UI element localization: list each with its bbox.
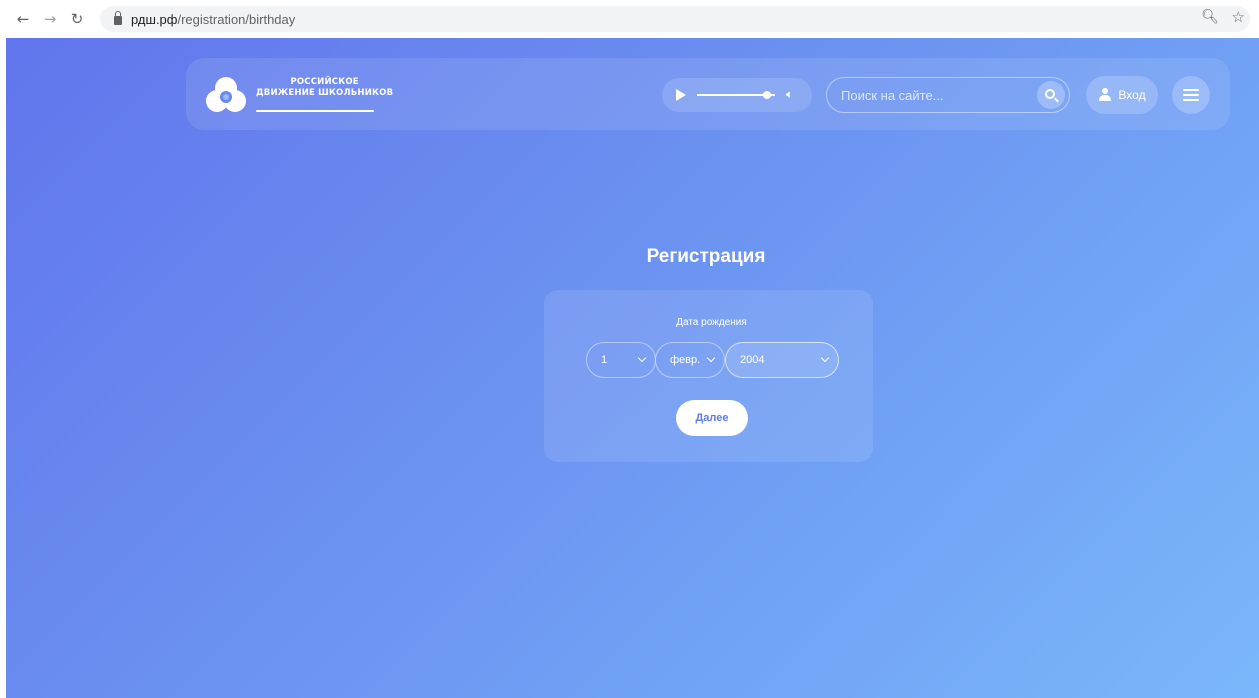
logo-wordmark[interactable]: РОССИЙСКОЕ ДВИЖЕНИЕ ШКОЛЬНИКОВ <box>256 77 393 98</box>
volume-icon[interactable]: 🔈︎ <box>786 87 793 102</box>
day-value: 1 <box>601 354 608 366</box>
play-icon[interactable] <box>676 89 686 101</box>
address-bar[interactable]: рдш.рф/registration/birthday <box>100 6 1250 32</box>
logo-line-2: ДВИЖЕНИЕ ШКОЛЬНИКОВ <box>256 88 394 98</box>
month-value: февр. <box>670 354 701 366</box>
forward-arrow-icon[interactable]: → <box>39 8 61 30</box>
lock-icon <box>114 11 122 25</box>
url-path: /registration/birthday <box>177 11 296 27</box>
login-button[interactable]: Вход <box>1086 76 1158 114</box>
next-button[interactable]: Далее <box>676 400 748 436</box>
audio-progress-handle[interactable] <box>763 91 772 99</box>
audio-player: 🔈︎ <box>662 78 812 112</box>
url-host: рдш.рф <box>131 11 178 27</box>
day-select[interactable]: 1 <box>586 342 656 378</box>
year-value: 2004 <box>740 354 765 366</box>
back-arrow-icon[interactable]: ← <box>12 8 34 30</box>
logo-underline <box>256 110 374 112</box>
page-background: РОССИЙСКОЕ ДВИЖЕНИЕ ШКОЛЬНИКОВ 🔈︎ Вход Р… <box>6 38 1259 698</box>
search-icon <box>1045 89 1055 99</box>
year-select[interactable]: 2004 <box>725 342 839 378</box>
search-button[interactable] <box>1037 81 1065 109</box>
user-icon <box>1098 88 1112 102</box>
birthday-label: Дата рождения <box>676 317 747 328</box>
menu-button[interactable] <box>1172 76 1210 114</box>
chevron-down-icon <box>820 353 830 363</box>
zoom-icon[interactable]: 🔍︎ <box>1201 9 1219 25</box>
logo-icon[interactable] <box>206 76 246 114</box>
site-search <box>826 77 1070 113</box>
logo-line-1: РОССИЙСКОЕ <box>290 77 359 87</box>
month-select[interactable]: февр. <box>655 342 725 378</box>
chevron-down-icon <box>637 353 647 363</box>
chevron-down-icon <box>706 353 716 363</box>
bookmark-star-icon[interactable]: ☆ <box>1232 8 1245 26</box>
page-title: Регистрация <box>646 246 766 267</box>
search-input[interactable] <box>841 78 1031 112</box>
birthday-card: Дата рождения 1 февр. 2004 Далее <box>544 290 873 462</box>
site-header: РОССИЙСКОЕ ДВИЖЕНИЕ ШКОЛЬНИКОВ 🔈︎ Вход <box>186 58 1230 130</box>
login-label: Вход <box>1118 88 1146 102</box>
browser-toolbar: ← → ↻ рдш.рф/registration/birthday 🔍︎ ☆ <box>0 0 1259 38</box>
hamburger-icon <box>1183 89 1199 91</box>
reload-icon[interactable]: ↻ <box>66 8 88 30</box>
